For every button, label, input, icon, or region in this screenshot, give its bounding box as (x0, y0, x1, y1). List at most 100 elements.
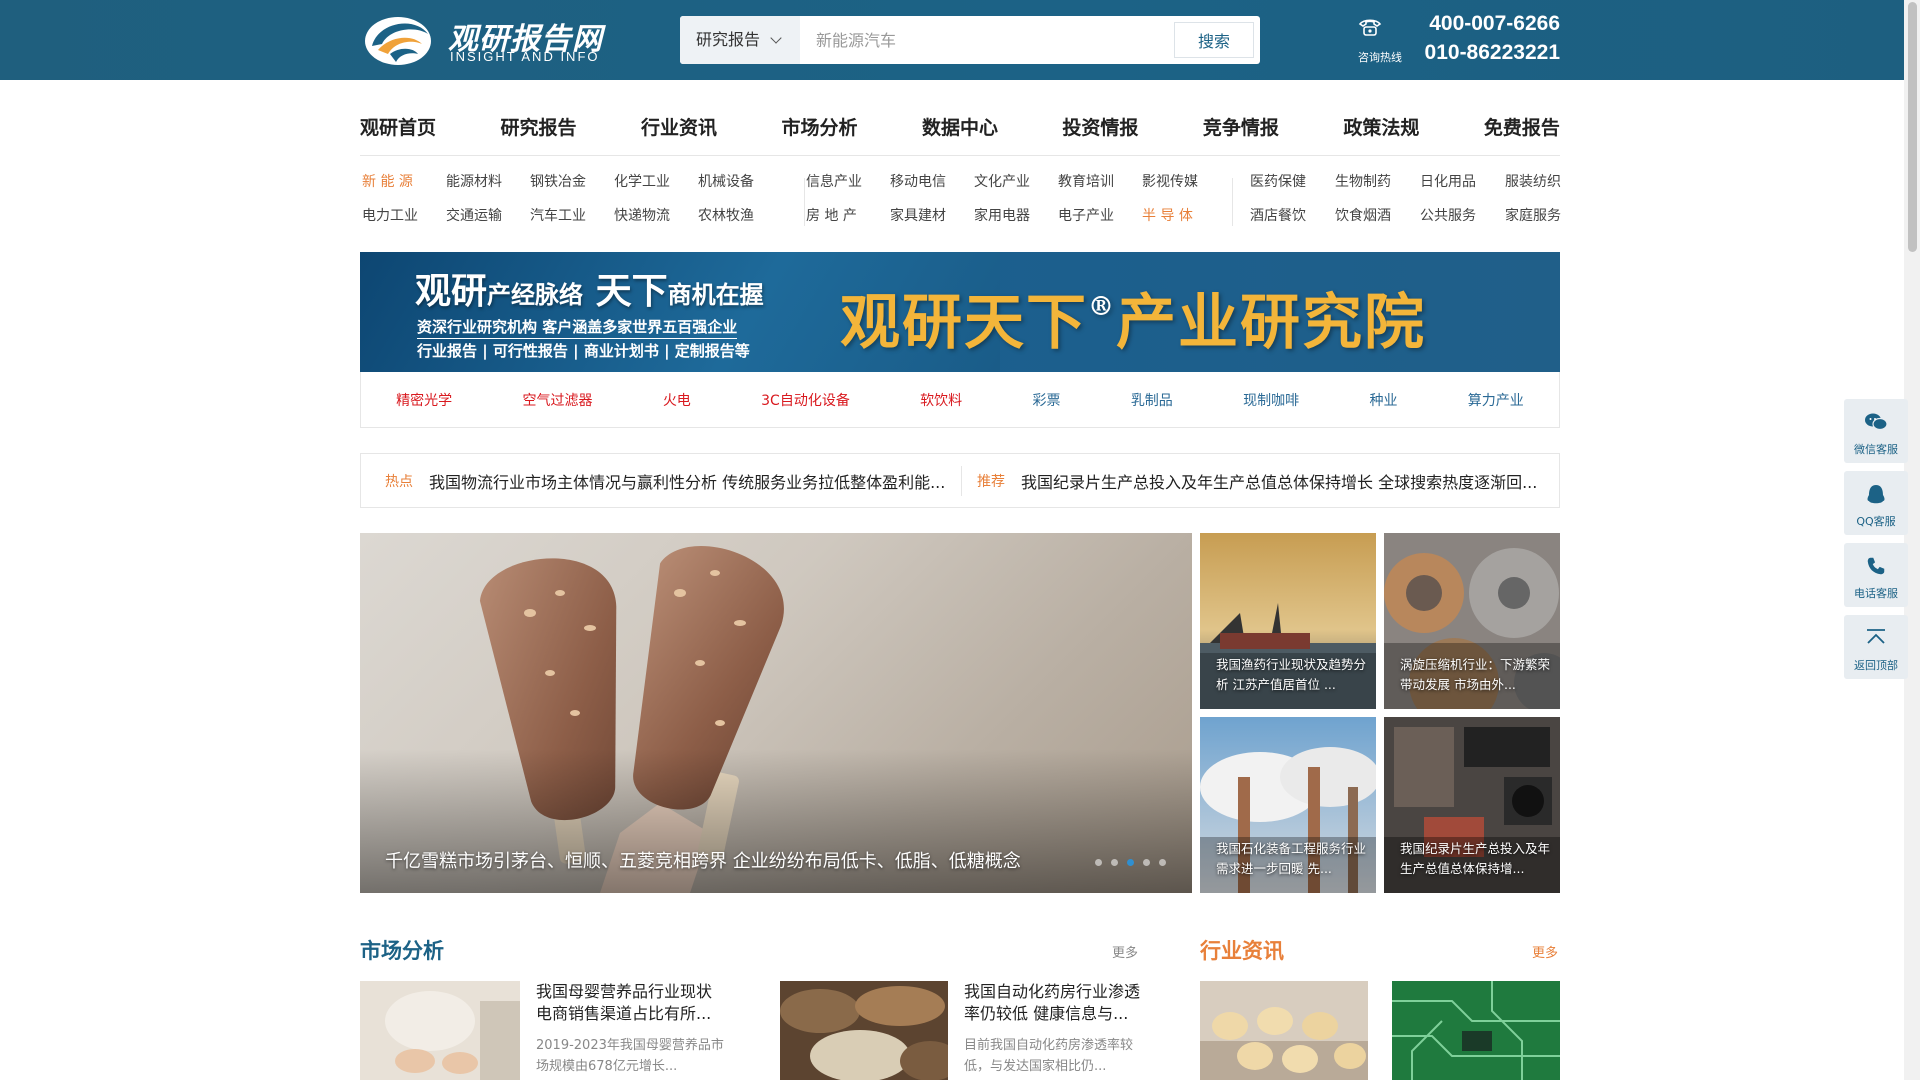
category-link[interactable]: 交通运输 (446, 206, 530, 226)
category-link[interactable]: 新 能 源 (362, 172, 446, 192)
category-link[interactable]: 房 地 产 (806, 206, 890, 226)
hot-headline-link[interactable]: 我国物流行业市场主体情况与赢利性分析 传统服务业务拉低整体盈利能... (429, 469, 949, 493)
telephone-icon (1358, 19, 1382, 36)
thumb-card[interactable]: 我国纪录片生产总投入及年生产总值总体保持增... (1384, 717, 1560, 893)
category-link[interactable]: 家庭服务 (1505, 206, 1590, 226)
tag-link[interactable]: 种业 (1369, 390, 1397, 410)
article-title[interactable]: 我国自动化药房行业渗透率仍较低 健康信息与... (964, 981, 1154, 1025)
category-link[interactable]: 家用电器 (974, 206, 1058, 226)
recommend-label: 推荐 (977, 474, 1005, 490)
carousel-dot[interactable] (1143, 859, 1150, 866)
article-title[interactable]: 我国母婴营养品行业现状 电商销售渠道占比有所... (536, 981, 726, 1025)
tag-link[interactable]: 3C自动化设备 (761, 390, 850, 410)
back-to-top-button[interactable]: 返回顶部 (1844, 615, 1908, 679)
category-link[interactable]: 钢铁冶金 (530, 172, 614, 192)
industry-more-link[interactable]: 更多 (1532, 942, 1558, 961)
category-link[interactable]: 文化产业 (974, 172, 1058, 192)
banner-big: 天下 (595, 270, 668, 312)
carousel-dot-active[interactable] (1127, 859, 1134, 866)
category-link[interactable]: 移动电信 (890, 172, 974, 192)
hero-caption[interactable]: 千亿雪糕市场引茅台、恒顺、五菱竞相跨界 企业纷纷布局低卡、低脂、低糖概念 (385, 847, 1021, 873)
news-image[interactable] (1200, 981, 1368, 1080)
nav-market-analysis[interactable]: 市场分析 (781, 108, 857, 155)
phone-service-button[interactable]: 电话客服 (1844, 543, 1908, 607)
nav-industry-news[interactable]: 行业资讯 (641, 108, 717, 155)
category-grid: 新 能 源 能源材料 钢铁冶金 化学工业 机械设备 电力工业 交通运输 汽车工业… (360, 172, 1561, 232)
carousel-dot[interactable] (1095, 859, 1102, 866)
category-link[interactable]: 机械设备 (698, 172, 782, 192)
category-link[interactable]: 电子产业 (1058, 206, 1142, 226)
tag-link[interactable]: 空气过滤器 (522, 390, 592, 410)
logo-subtitle: INSIGHT AND INFO (450, 49, 600, 64)
category-link[interactable]: 日化用品 (1420, 172, 1505, 192)
carousel-dot[interactable] (1159, 859, 1166, 866)
article-card[interactable]: 我国自动化药房行业渗透率仍较低 健康信息与... 目前我国自动化药房渗透率较低，… (780, 981, 1160, 1080)
category-link[interactable]: 半 导 体 (1142, 206, 1226, 226)
qq-service-button[interactable]: QQ客服 (1844, 471, 1908, 535)
nav-home[interactable]: 观研首页 (360, 108, 436, 155)
category-link[interactable]: 化学工业 (614, 172, 698, 192)
category-link[interactable]: 教育培训 (1058, 172, 1142, 192)
tag-link[interactable]: 算力产业 (1468, 390, 1524, 410)
thumb-card[interactable]: 我国渔药行业现状及趋势分析 江苏产值居首位 ... (1200, 533, 1376, 709)
banner-slogan-2: 商机在握 (667, 280, 764, 309)
site-logo[interactable]: 观研报告网 INSIGHT AND INFO (360, 10, 605, 70)
wechat-service-button[interactable]: 微信客服 (1844, 399, 1908, 463)
search-button[interactable]: 搜索 (1174, 22, 1254, 58)
article-image (780, 981, 948, 1080)
nav-investment-intel[interactable]: 投资情报 (1062, 108, 1138, 155)
tag-link[interactable]: 彩票 (1032, 390, 1060, 410)
search-category-select[interactable]: 研究报告 (680, 16, 800, 64)
tag-link[interactable]: 软饮料 (920, 390, 962, 410)
tag-link[interactable]: 乳制品 (1131, 390, 1173, 410)
category-link[interactable]: 生物制药 (1335, 172, 1420, 192)
tag-link[interactable]: 精密光学 (396, 390, 452, 410)
tag-link[interactable]: 现制咖啡 (1243, 390, 1299, 410)
category-link[interactable]: 家具建材 (890, 206, 974, 226)
article-card[interactable]: 我国母婴营养品行业现状 电商销售渠道占比有所... 2019-2023年我国母婴… (360, 981, 740, 1080)
category-link[interactable]: 汽车工业 (530, 206, 614, 226)
category-link[interactable]: 酒店餐饮 (1250, 206, 1335, 226)
banner-title: 观研产经脉络 天下商机在握 (415, 262, 764, 314)
category-group-consumer: 医药保健 生物制药 日化用品 服装纺织 酒店餐饮 饮食烟酒 公共服务 家庭服务 (1250, 172, 1590, 232)
article-summary: 目前我国自动化药房渗透率较低，与发达国家相比仍... (964, 1038, 1134, 1074)
nav-policy-regulations[interactable]: 政策法规 (1343, 108, 1419, 155)
carousel-dot[interactable] (1111, 859, 1118, 866)
category-link[interactable]: 公共服务 (1420, 206, 1505, 226)
scrollbar-thumb[interactable] (1908, 2, 1917, 252)
nav-research-reports[interactable]: 研究报告 (500, 108, 576, 155)
nav-free-reports[interactable]: 免费报告 (1484, 108, 1560, 155)
hotline-label: 咨询热线 (1358, 51, 1402, 64)
news-ticker: 热点 我国物流行业市场主体情况与赢利性分析 传统服务业务拉低整体盈利能... 推… (360, 453, 1560, 508)
thumb-card[interactable]: 涡旋压缩机行业：下游繁荣带动发展 市场由外... (1384, 533, 1560, 709)
category-link[interactable]: 电力工业 (362, 206, 446, 226)
ticker-divider (961, 466, 962, 496)
category-link[interactable]: 快递物流 (614, 206, 698, 226)
promo-banner[interactable]: 观研产经脉络 天下商机在握 资深行业研究机构 客户涵盖多家世界五百强企业 行业报… (360, 252, 1560, 372)
search-input[interactable] (800, 16, 1160, 64)
category-link[interactable]: 能源材料 (446, 172, 530, 192)
thumb-card[interactable]: 我国石化装备工程服务行业需求进一步回暖 先... (1200, 717, 1376, 893)
category-link[interactable]: 农林牧渔 (698, 206, 782, 226)
category-link[interactable]: 医药保健 (1250, 172, 1335, 192)
category-link[interactable]: 影视传媒 (1142, 172, 1226, 192)
tag-link[interactable]: 火电 (663, 390, 691, 410)
thumb-caption: 涡旋压缩机行业：下游繁荣带动发展 市场由外... (1400, 657, 1551, 692)
thumb-caption: 我国石化装备工程服务行业需求进一步回暖 先... (1216, 841, 1367, 876)
hotline-phone-2: 010-86223221 (1424, 41, 1560, 64)
page-scrollbar[interactable] (1904, 0, 1920, 1080)
category-link[interactable]: 服装纺织 (1505, 172, 1590, 192)
herbs-photo (780, 981, 948, 1080)
hero-carousel[interactable]: 千亿雪糕市场引茅台、恒顺、五菱竞相跨界 企业纷纷布局低卡、低脂、低糖概念 (360, 533, 1192, 893)
nav-data-center[interactable]: 数据中心 (922, 108, 998, 155)
nav-competition-intel[interactable]: 竞争情报 (1203, 108, 1279, 155)
thumb-caption: 我国渔药行业现状及趋势分析 江苏产值居首位 ... (1216, 657, 1367, 692)
market-more-link[interactable]: 更多 (1112, 942, 1138, 961)
header-bar: 观研报告网 INSIGHT AND INFO 研究报告 搜索 400-007-6… (0, 0, 1920, 80)
carousel-dots (1095, 859, 1166, 866)
category-link[interactable]: 饮食烟酒 (1335, 206, 1420, 226)
category-link[interactable]: 信息产业 (806, 172, 890, 192)
chevron-down-icon (770, 32, 782, 44)
news-image[interactable] (1392, 981, 1560, 1080)
recommend-headline-link[interactable]: 我国纪录片生产总投入及年生产总值总体保持增长 全球搜索热度逐渐回... (1021, 469, 1541, 493)
